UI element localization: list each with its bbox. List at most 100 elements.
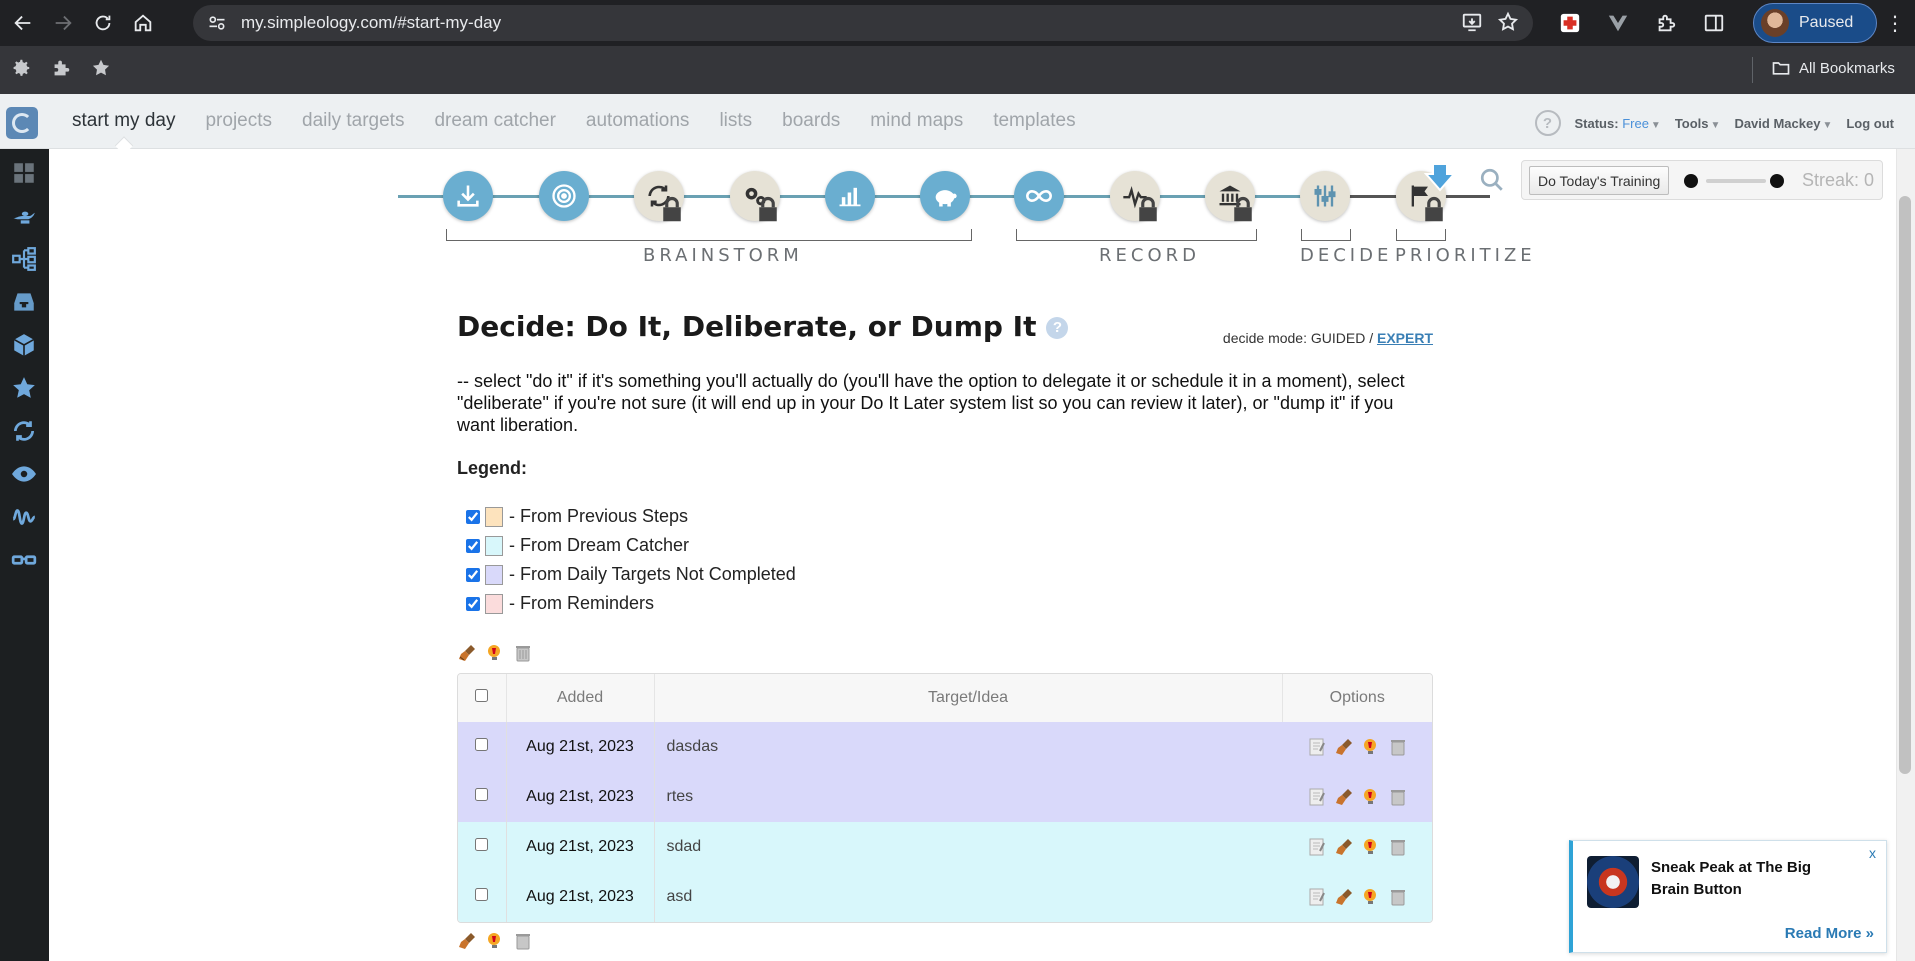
inbox-icon[interactable] [7,285,41,319]
status-dropdown[interactable]: Status: Free ▼ [1575,116,1661,131]
tools-dropdown[interactable]: Tools ▼ [1675,116,1721,131]
row-text[interactable]: asd [654,872,1282,922]
expert-mode-link[interactable]: EXPERT [1377,330,1433,346]
mode-toggle-slider[interactable] [1684,174,1784,188]
hierarchy-icon[interactable] [7,242,41,276]
address-bar[interactable]: my.simpleology.com/#start-my-day [193,5,1533,41]
dump-it-broom-icon[interactable] [457,931,477,951]
read-more-link[interactable]: Read More » [1785,925,1874,942]
edit-note-icon[interactable] [1307,887,1327,907]
help-icon[interactable]: ? [1534,110,1561,136]
do-todays-training-button[interactable]: Do Today's Training [1529,166,1670,195]
row-checkbox[interactable] [475,838,489,851]
row-checkbox[interactable] [475,788,489,801]
row-checkbox[interactable] [475,888,489,901]
search-icon[interactable] [1479,167,1505,193]
side-panel-icon[interactable] [1697,6,1731,40]
bookmark-star-icon[interactable] [1497,11,1519,38]
step-piggy-bank-icon[interactable] [920,171,970,221]
legend-checkbox-dream-catcher[interactable] [466,538,480,553]
browser-menu-icon[interactable]: ⋮ [1878,6,1912,40]
eye-icon[interactable] [7,457,41,491]
edit-note-icon[interactable] [1307,837,1327,857]
step-download-icon[interactable] [443,171,493,221]
select-all-checkbox[interactable] [475,689,489,702]
menu-automations[interactable]: automations [586,110,690,132]
row-text[interactable]: sdad [654,822,1282,872]
delete-trash-icon[interactable] [513,931,533,951]
menu-mind-maps[interactable]: mind maps [870,110,963,132]
delete-trash-icon[interactable] [1388,887,1408,907]
profile-button[interactable]: Paused [1753,3,1877,43]
forward-icon[interactable] [46,6,80,40]
extensions-puzzle-icon[interactable] [1649,6,1683,40]
page-scrollbar-thumb[interactable] [1899,196,1911,774]
deliberate-bulb-icon[interactable] [485,643,505,663]
deliberate-bulb-icon[interactable] [1361,737,1381,757]
site-settings-icon[interactable] [207,13,227,33]
cube-icon[interactable] [7,328,41,362]
recurring-icon[interactable] [7,414,41,448]
delete-trash-icon[interactable] [1388,787,1408,807]
deliberate-bulb-icon[interactable] [1361,787,1381,807]
dump-it-broom-icon[interactable] [1334,837,1354,857]
row-text[interactable]: rtes [654,772,1282,822]
home-icon[interactable] [126,6,160,40]
step-refresh-locked-icon[interactable] [634,171,684,222]
step-bank-locked-icon[interactable] [1205,171,1255,222]
edit-note-icon[interactable] [1307,737,1327,757]
star-icon[interactable] [7,371,41,405]
url-text[interactable]: my.simpleology.com/#start-my-day [241,13,501,33]
legend-checkbox-previous-steps[interactable] [466,509,480,524]
delete-trash-icon[interactable] [1388,837,1408,857]
all-bookmarks-button[interactable]: All Bookmarks [1771,58,1895,78]
dump-it-broom-icon[interactable] [457,643,477,663]
dump-it-broom-icon[interactable] [1334,737,1354,757]
star-bookmark-icon[interactable] [90,57,112,84]
menu-lists[interactable]: lists [719,110,752,132]
dump-it-broom-icon[interactable] [1334,887,1354,907]
deliberate-bulb-icon[interactable] [1361,887,1381,907]
install-app-icon[interactable] [1461,11,1483,38]
dashboard-grid-icon[interactable] [7,156,41,190]
logout-link[interactable]: Log out [1846,116,1894,131]
step-target-icon[interactable] [539,171,589,221]
step-chart-icon[interactable] [825,171,875,221]
step-gears-locked-icon[interactable] [730,171,780,222]
deliberate-bulb-icon[interactable] [485,931,505,951]
waveform-icon[interactable] [7,500,41,534]
legend-checkbox-reminders[interactable] [466,596,480,611]
edit-note-icon[interactable] [1307,787,1327,807]
step-heartbeat-locked-icon[interactable] [1110,171,1160,222]
menu-daily-targets[interactable]: daily targets [302,110,404,132]
vue-devtools-icon[interactable] [1601,6,1635,40]
red-cross-extension-icon[interactable] [1553,6,1587,40]
legend-checkbox-daily-targets[interactable] [466,567,480,582]
row-text[interactable]: dasdas [654,722,1282,772]
menu-templates[interactable]: templates [993,110,1075,132]
popup-title[interactable]: Sneak Peak at The Big Brain Button [1651,857,1851,901]
magic-lamp-icon[interactable] [7,199,41,233]
menu-projects[interactable]: projects [205,110,272,132]
menu-start-my-day[interactable]: start my day [72,110,175,132]
header-added[interactable]: Added [506,674,655,722]
step-infinity-icon[interactable] [1014,171,1064,221]
header-target-idea[interactable]: Target/Idea [654,674,1283,722]
dump-it-broom-icon[interactable] [1334,787,1354,807]
menu-boards[interactable]: boards [782,110,840,132]
reload-icon[interactable] [86,6,120,40]
delete-trash-icon[interactable] [513,643,533,663]
simpleology-logo[interactable] [6,107,38,139]
menu-dream-catcher[interactable]: dream catcher [434,110,555,132]
row-checkbox[interactable] [475,738,489,751]
step-decide-sliders-icon[interactable] [1300,171,1350,221]
popup-close-button[interactable]: x [1869,845,1876,861]
deliberate-bulb-icon[interactable] [1361,837,1381,857]
question-help-icon[interactable]: ? [1046,317,1069,339]
user-dropdown[interactable]: David Mackey ▼ [1734,116,1832,131]
delete-trash-icon[interactable] [1388,737,1408,757]
glasses-icon[interactable] [7,543,41,577]
settings-gear-icon[interactable] [10,57,32,84]
back-icon[interactable] [6,6,40,40]
puzzle-bookmark-icon[interactable] [50,57,72,84]
